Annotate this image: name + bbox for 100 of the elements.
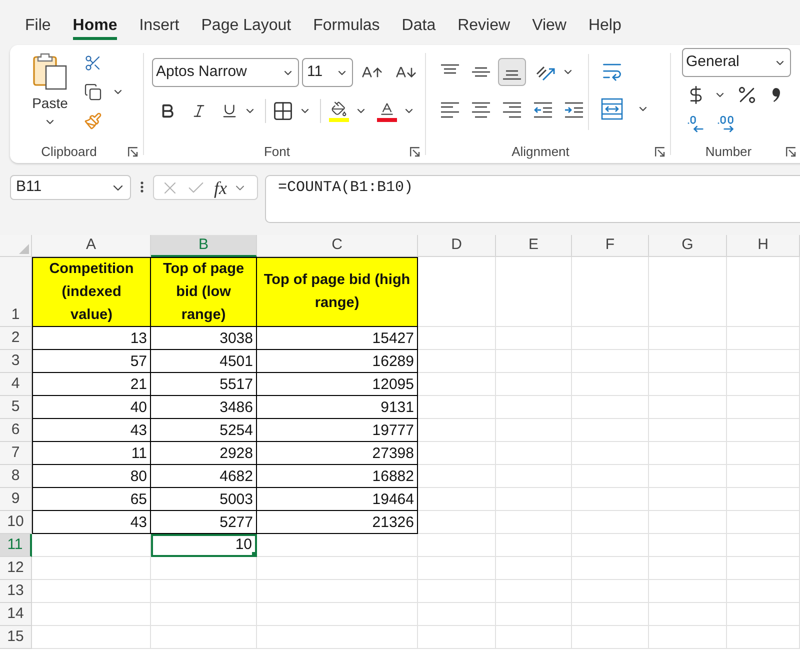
column-header[interactable]: H	[727, 235, 800, 257]
empty-cell[interactable]	[418, 327, 496, 350]
empty-cell[interactable]	[151, 557, 257, 580]
row-header[interactable]: 5	[0, 396, 32, 419]
empty-cell[interactable]	[727, 534, 800, 557]
empty-cell[interactable]	[496, 350, 572, 373]
decrease-indent-icon[interactable]	[534, 102, 552, 118]
column-header[interactable]: C	[257, 235, 418, 257]
empty-cell[interactable]	[496, 257, 572, 327]
align-right-icon[interactable]	[503, 102, 521, 118]
empty-cell[interactable]	[496, 327, 572, 350]
empty-cell[interactable]	[418, 465, 496, 488]
row-header[interactable]: 8	[0, 465, 32, 488]
name-box[interactable]: B11	[10, 175, 131, 200]
empty-cell[interactable]	[727, 465, 800, 488]
menu-tab[interactable]: Formulas	[313, 16, 380, 40]
empty-cell[interactable]	[727, 511, 800, 534]
menu-tab[interactable]: Help	[588, 16, 622, 40]
empty-cell[interactable]	[727, 580, 800, 603]
row-header[interactable]: 6	[0, 419, 32, 442]
row-header[interactable]: 9	[0, 488, 32, 511]
dialog-launcher-icon[interactable]	[786, 146, 796, 156]
font-size-dropdown[interactable]: 11	[302, 58, 353, 87]
dialog-launcher-icon[interactable]	[128, 146, 138, 156]
empty-cell[interactable]	[572, 534, 649, 557]
row-header[interactable]: 7	[0, 442, 32, 465]
empty-cell[interactable]	[496, 465, 572, 488]
empty-cell[interactable]	[257, 626, 418, 649]
empty-cell[interactable]	[418, 442, 496, 465]
empty-cell[interactable]	[649, 327, 727, 350]
menu-tab[interactable]: Review	[458, 16, 510, 40]
empty-cell[interactable]	[572, 373, 649, 396]
empty-cell[interactable]	[649, 626, 727, 649]
empty-cell[interactable]	[572, 488, 649, 511]
row-header[interactable]: 15	[0, 626, 32, 649]
empty-cell[interactable]	[649, 257, 727, 327]
empty-cell[interactable]	[418, 557, 496, 580]
column-header[interactable]: B	[151, 235, 257, 257]
empty-cell[interactable]	[418, 626, 496, 649]
select-all-button[interactable]	[0, 235, 32, 257]
empty-cell[interactable]	[649, 419, 727, 442]
font-color-icon[interactable]	[377, 100, 397, 122]
empty-cell[interactable]	[496, 603, 572, 626]
increase-indent-icon[interactable]	[565, 102, 583, 118]
empty-cell[interactable]	[418, 396, 496, 419]
row-header[interactable]: 2	[0, 327, 32, 350]
row-header[interactable]: 1	[0, 257, 32, 327]
empty-cell[interactable]	[727, 419, 800, 442]
font-name-dropdown[interactable]: Aptos Narrow	[152, 58, 299, 87]
underline-icon[interactable]	[221, 102, 238, 120]
empty-cell[interactable]	[496, 511, 572, 534]
empty-cell[interactable]	[572, 257, 649, 327]
row-header[interactable]: 11	[0, 534, 32, 557]
empty-cell[interactable]	[418, 534, 496, 557]
empty-cell[interactable]	[727, 603, 800, 626]
empty-cell[interactable]	[649, 603, 727, 626]
empty-cell[interactable]	[649, 396, 727, 419]
empty-cell[interactable]	[572, 511, 649, 534]
vertical-align-button[interactable]	[498, 58, 526, 86]
empty-cell[interactable]	[649, 442, 727, 465]
row-header[interactable]: 4	[0, 373, 32, 396]
empty-cell[interactable]	[151, 603, 257, 626]
empty-cell[interactable]	[572, 396, 649, 419]
empty-cell[interactable]	[649, 557, 727, 580]
empty-cell[interactable]	[649, 465, 727, 488]
number-format-dropdown[interactable]: General	[682, 48, 791, 77]
empty-cell[interactable]	[418, 580, 496, 603]
empty-cell[interactable]	[727, 350, 800, 373]
empty-cell[interactable]	[727, 488, 800, 511]
empty-cell[interactable]	[418, 603, 496, 626]
increase-decimal-icon[interactable]	[686, 113, 706, 135]
empty-cell[interactable]	[572, 626, 649, 649]
align-left-icon[interactable]	[441, 102, 459, 118]
empty-cell[interactable]	[418, 488, 496, 511]
empty-cell[interactable]	[418, 373, 496, 396]
fill-handle-icon[interactable]	[252, 552, 257, 557]
italic-icon[interactable]	[191, 102, 207, 120]
empty-cell[interactable]	[151, 626, 257, 649]
empty-cell[interactable]	[496, 442, 572, 465]
empty-cell[interactable]	[418, 419, 496, 442]
menu-tab[interactable]: View	[532, 16, 566, 40]
empty-cell[interactable]	[496, 373, 572, 396]
empty-cell[interactable]	[572, 442, 649, 465]
empty-cell[interactable]	[257, 580, 418, 603]
empty-cell[interactable]	[572, 580, 649, 603]
merge-center-icon[interactable]	[601, 98, 623, 120]
row-header[interactable]: 14	[0, 603, 32, 626]
cut-icon[interactable]	[84, 53, 102, 73]
empty-cell[interactable]	[727, 327, 800, 350]
dialog-launcher-icon[interactable]	[410, 146, 420, 156]
empty-cell[interactable]	[572, 419, 649, 442]
empty-cell[interactable]	[572, 465, 649, 488]
empty-cell[interactable]	[649, 534, 727, 557]
empty-cell[interactable]	[418, 350, 496, 373]
insert-function-button[interactable]: fx	[214, 178, 227, 198]
empty-cell[interactable]	[649, 488, 727, 511]
empty-cell[interactable]	[727, 373, 800, 396]
column-header[interactable]: A	[32, 235, 151, 257]
empty-cell[interactable]	[496, 396, 572, 419]
empty-cell[interactable]	[496, 626, 572, 649]
